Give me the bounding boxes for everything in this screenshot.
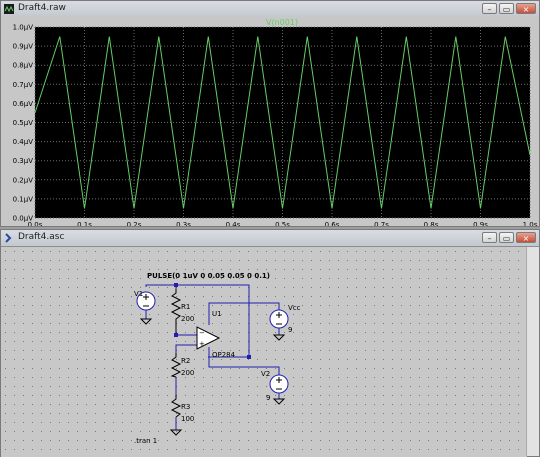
label-r2: R2 bbox=[181, 357, 190, 365]
x-tick-label: 0.1s bbox=[77, 221, 92, 226]
x-tick-label: 1.0s bbox=[523, 221, 538, 226]
plot-window-title: Draft4.raw bbox=[18, 3, 66, 13]
minimize-button[interactable]: – bbox=[482, 3, 497, 14]
x-tick-label: 0.9s bbox=[473, 221, 488, 226]
label-u1: U1 bbox=[212, 310, 222, 318]
value-v2: 9 bbox=[266, 394, 270, 402]
y-tick-label: 0.4µV bbox=[13, 138, 34, 146]
y-tick-label: 0.9µV bbox=[13, 43, 34, 51]
y-tick-label: 1.0µV bbox=[13, 24, 34, 32]
x-tick-label: 0.8s bbox=[424, 221, 439, 226]
restore-button[interactable]: ▭ bbox=[499, 3, 514, 14]
x-tick-label: 0.3s bbox=[176, 221, 191, 226]
y-tick-label: 0.0µV bbox=[13, 215, 34, 223]
pulse-directive[interactable]: PULSE(0 1uV 0 0.05 0.05 0 0.1) bbox=[147, 272, 270, 280]
label-r3: R3 bbox=[181, 403, 190, 411]
y-tick-label: 0.7µV bbox=[13, 81, 34, 89]
minimize-button[interactable]: – bbox=[482, 232, 497, 243]
y-tick-label: 0.3µV bbox=[13, 157, 34, 165]
junction-dot bbox=[174, 283, 178, 287]
junction-dot bbox=[174, 333, 178, 337]
value-r2: 200 bbox=[181, 369, 194, 377]
value-r3: 100 bbox=[181, 415, 194, 423]
plot-window-titlebar[interactable]: Draft4.raw – ▭ × bbox=[1, 1, 539, 18]
model-u1: OP284 bbox=[212, 351, 236, 359]
x-tick-label: 0.5s bbox=[275, 221, 290, 226]
schematic-icon bbox=[5, 233, 12, 243]
opamp-plus-sign: + bbox=[199, 340, 205, 348]
value-r1: 200 bbox=[181, 315, 194, 323]
restore-button[interactable]: ▭ bbox=[499, 232, 514, 243]
close-button[interactable]: × bbox=[516, 3, 536, 14]
x-tick-label: 0.6s bbox=[325, 221, 340, 226]
plot-window: Draft4.raw – ▭ × V(n001) 0.0s 0.1s 0.2s 0.3… bbox=[0, 0, 540, 227]
x-tick-label: 0.4s bbox=[226, 221, 241, 226]
value-vcc: 9 bbox=[288, 326, 292, 334]
schematic-window-title: Draft4.asc bbox=[18, 232, 65, 242]
y-tick-label: 0.8µV bbox=[13, 62, 34, 70]
label-v2: V2 bbox=[261, 370, 270, 378]
x-tick-label: 0.7s bbox=[374, 221, 389, 226]
x-tick-label: 0.2s bbox=[127, 221, 142, 226]
y-tick-label: 0.6µV bbox=[13, 100, 34, 108]
y-tick-label: 0.2µV bbox=[13, 176, 34, 184]
tran-directive[interactable]: .tran 1 bbox=[134, 437, 157, 445]
y-tick-label: 0.1µV bbox=[13, 195, 34, 203]
schematic-canvas[interactable]: V1 R1 200 − + U1 OP284 Vcc 9 R2 200 V2 9… bbox=[1, 247, 527, 457]
schematic-window-titlebar[interactable]: Draft4.asc – ▭ × bbox=[1, 230, 539, 247]
schematic-window: Draft4.asc – ▭ × V1 R1 200 − + U1 OP284 … bbox=[0, 229, 540, 457]
label-vcc: Vcc bbox=[288, 304, 301, 312]
label-v1: V1 bbox=[134, 290, 143, 298]
schematic-scrollbar[interactable] bbox=[526, 247, 539, 456]
opamp-minus-sign: − bbox=[199, 329, 205, 337]
label-r1: R1 bbox=[181, 303, 190, 311]
y-tick-label: 0.5µV bbox=[13, 119, 34, 127]
waveform-plot[interactable]: V(n001) 0.0s 0.1s 0.2s 0.3s 0.4s 0.5s 0.6s 0.7s… bbox=[1, 17, 539, 226]
trace-label[interactable]: V(n001) bbox=[266, 18, 298, 27]
junction-dot bbox=[247, 355, 251, 359]
waveform-icon bbox=[4, 4, 14, 14]
close-button[interactable]: × bbox=[516, 232, 536, 243]
